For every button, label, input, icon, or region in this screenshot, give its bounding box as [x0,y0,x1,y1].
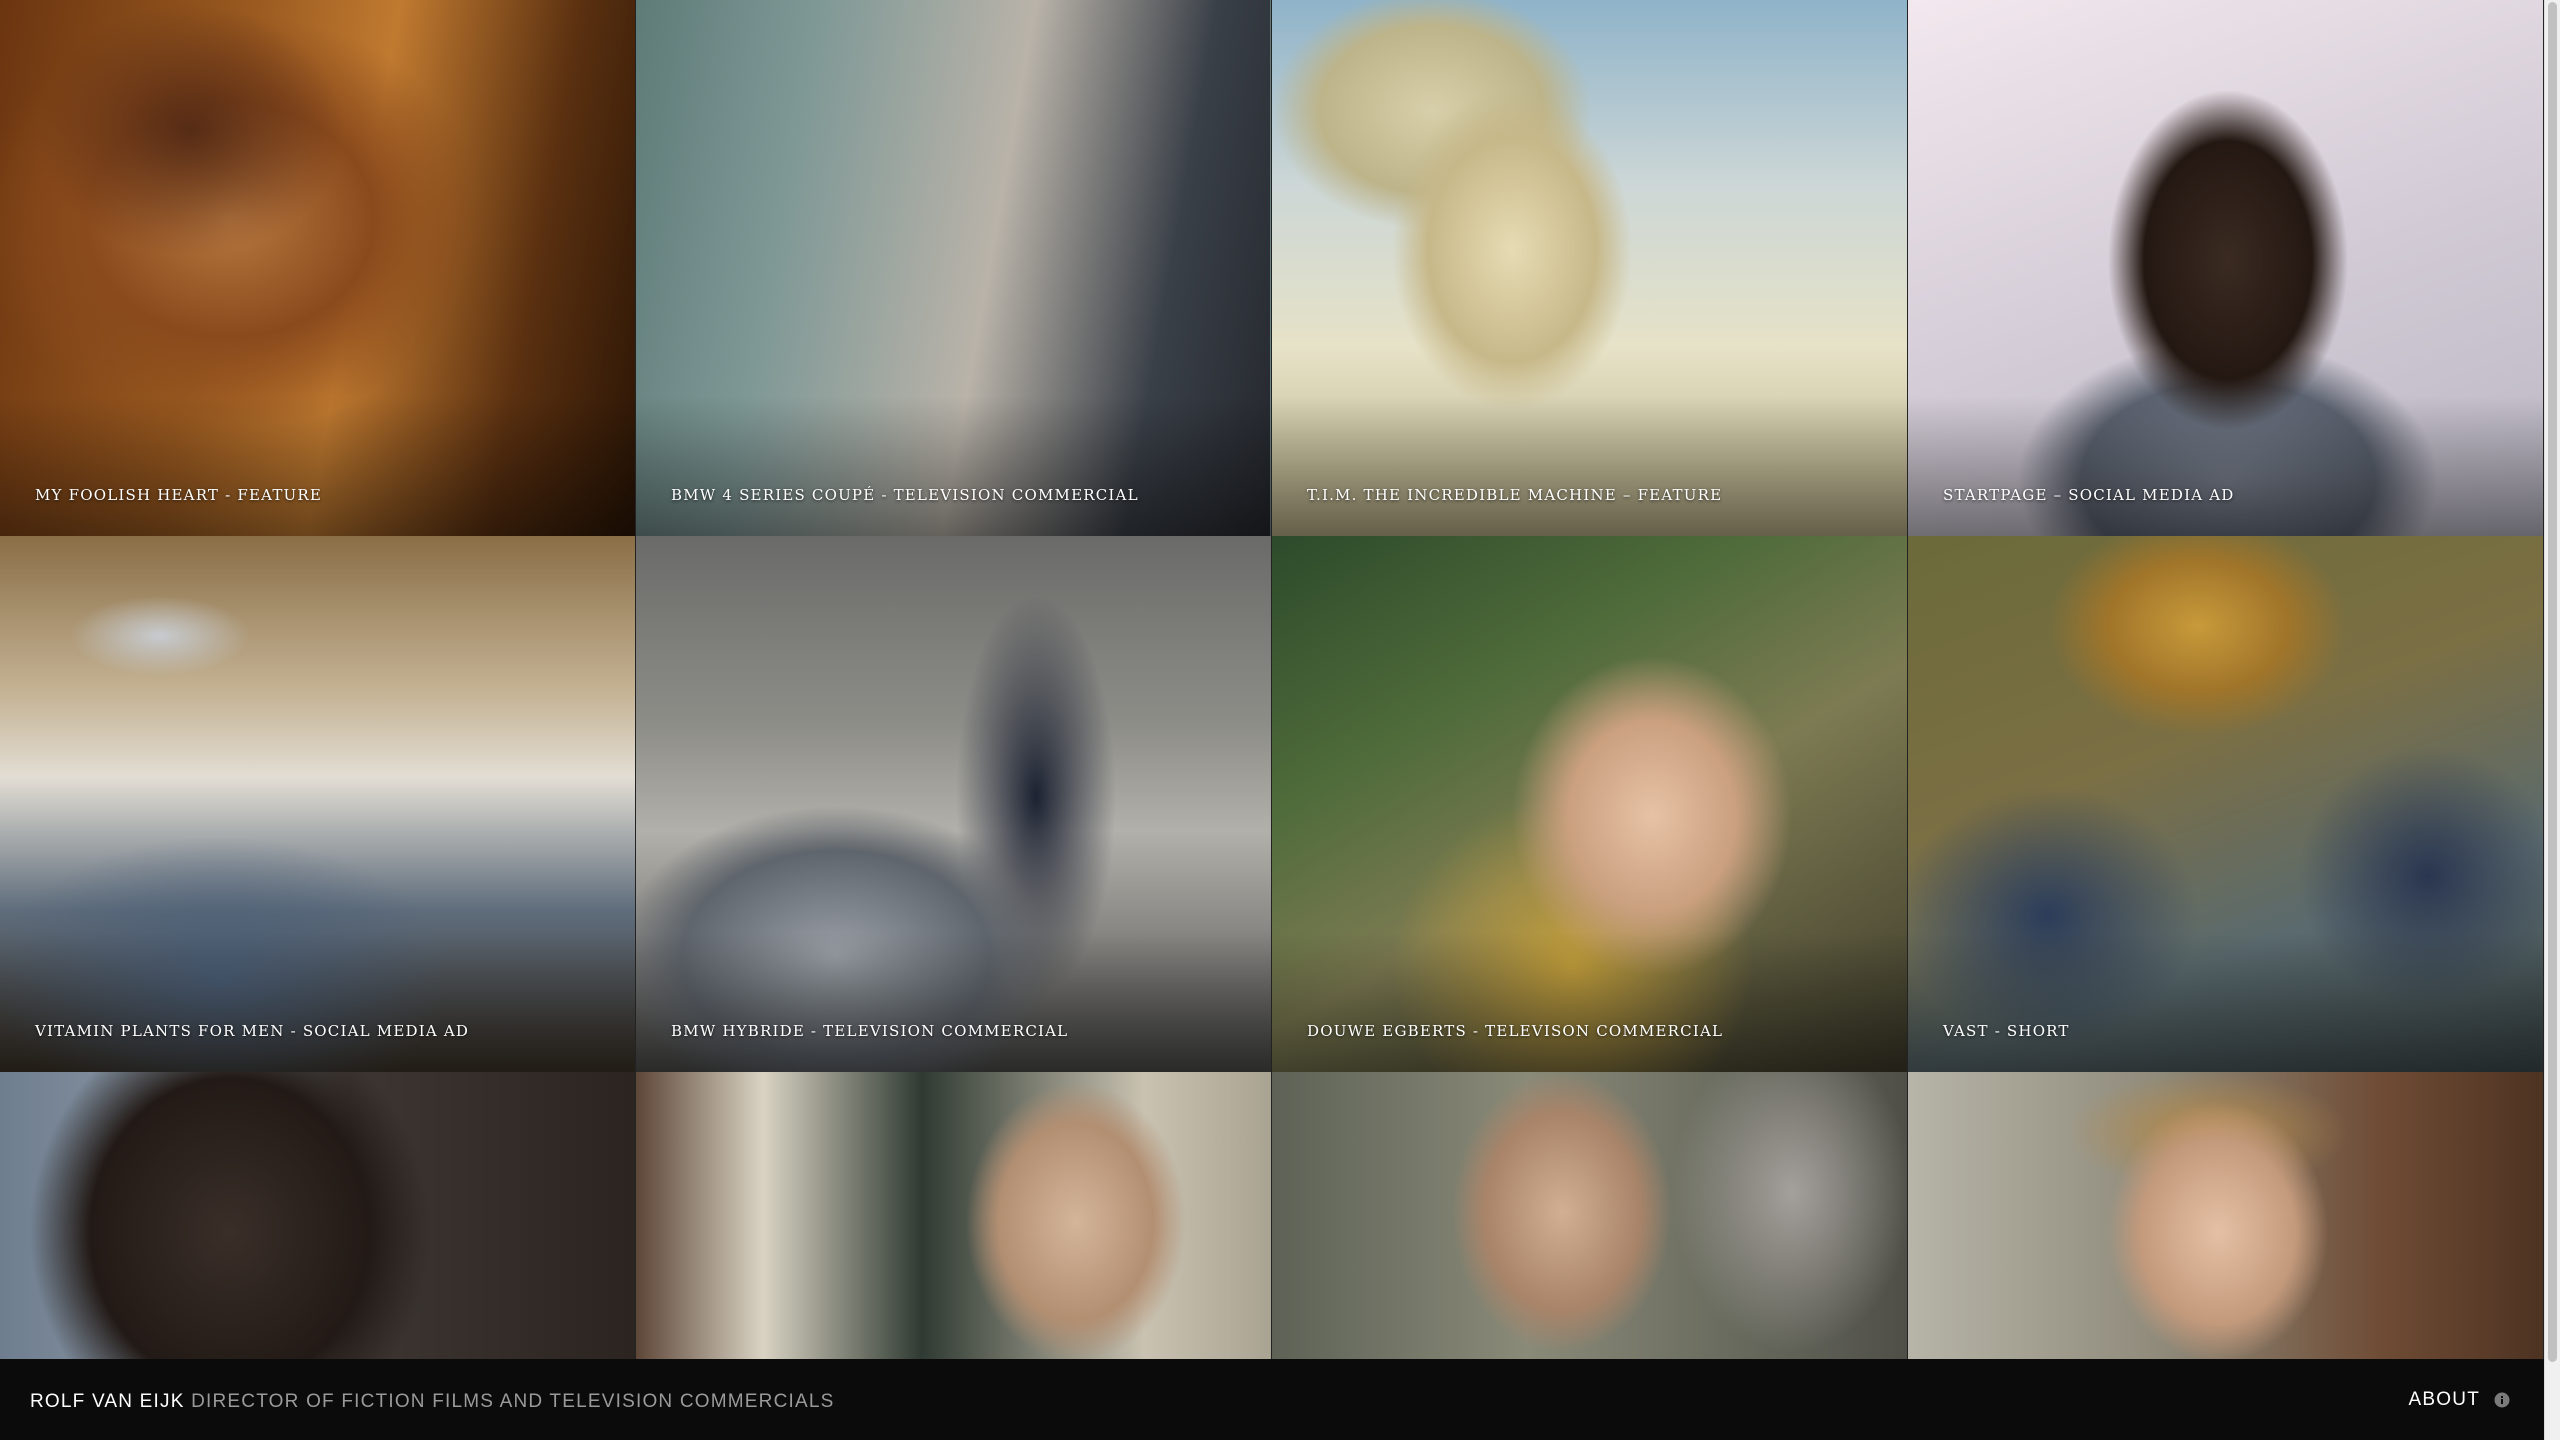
project-thumbnail [636,1072,1271,1359]
about-label: ABOUT [2408,1389,2480,1410]
project-tile-my-foolish-heart[interactable]: MY FOOLISH HEART - FEATURE [0,0,636,536]
about-link[interactable]: ABOUT [2409,1389,2510,1411]
project-caption: DOUWE EGBERTS - TELEVISON COMMERCIAL [1307,1022,1724,1040]
project-thumbnail [1272,1072,1907,1359]
director-tagline: DIRECTOR OF FICTION FILMS AND TELEVISION… [191,1391,835,1412]
project-caption: MY FOOLISH HEART - FEATURE [35,486,323,504]
project-tile-vitamin-plants[interactable]: VITAMIN PLANTS FOR MEN - SOCIAL MEDIA AD [0,536,636,1072]
project-thumbnail [0,1072,635,1359]
info-icon [2494,1392,2510,1408]
project-caption: STARTPAGE – SOCIAL MEDIA AD [1943,486,2235,504]
project-tile-startpage[interactable]: STARTPAGE – SOCIAL MEDIA AD [1908,0,2544,536]
project-caption: BMW 4 SERIES COUPÉ - TELEVISION COMMERCI… [671,486,1139,504]
project-caption: VAST - SHORT [1943,1022,2070,1040]
project-tile-10[interactable] [636,1072,1272,1359]
project-tile-9[interactable] [0,1072,636,1359]
project-caption: BMW HYBRIDE - TELEVISION COMMERCIAL [671,1022,1069,1040]
project-tile-bmw-hybride[interactable]: BMW HYBRIDE - TELEVISION COMMERCIAL [636,536,1272,1072]
project-grid: MY FOOLISH HEART - FEATURE BMW 4 SERIES … [0,0,2544,1359]
project-tile-bmw-4-series[interactable]: BMW 4 SERIES COUPÉ - TELEVISION COMMERCI… [636,0,1272,536]
site-brand[interactable]: ROLF VAN EIJK DIRECTOR OF FICTION FILMS … [30,1391,835,1413]
project-caption: T.I.M. THE INCREDIBLE MACHINE – FEATURE [1307,486,1723,504]
scrollbar-thumb[interactable] [2548,2,2557,1362]
project-tile-11[interactable] [1272,1072,1908,1359]
footer-bar: ROLF VAN EIJK DIRECTOR OF FICTION FILMS … [0,1359,2544,1440]
vertical-scrollbar[interactable] [2544,0,2560,1440]
project-tile-douwe-egberts[interactable]: DOUWE EGBERTS - TELEVISON COMMERCIAL [1272,536,1908,1072]
project-tile-12[interactable] [1908,1072,2544,1359]
director-name: ROLF VAN EIJK [30,1391,185,1412]
project-tile-tim[interactable]: T.I.M. THE INCREDIBLE MACHINE – FEATURE [1272,0,1908,536]
project-caption: VITAMIN PLANTS FOR MEN - SOCIAL MEDIA AD [35,1022,470,1040]
project-tile-vast[interactable]: VAST - SHORT [1908,536,2544,1072]
page: MY FOOLISH HEART - FEATURE BMW 4 SERIES … [0,0,2560,1440]
project-thumbnail [1908,1072,2543,1359]
